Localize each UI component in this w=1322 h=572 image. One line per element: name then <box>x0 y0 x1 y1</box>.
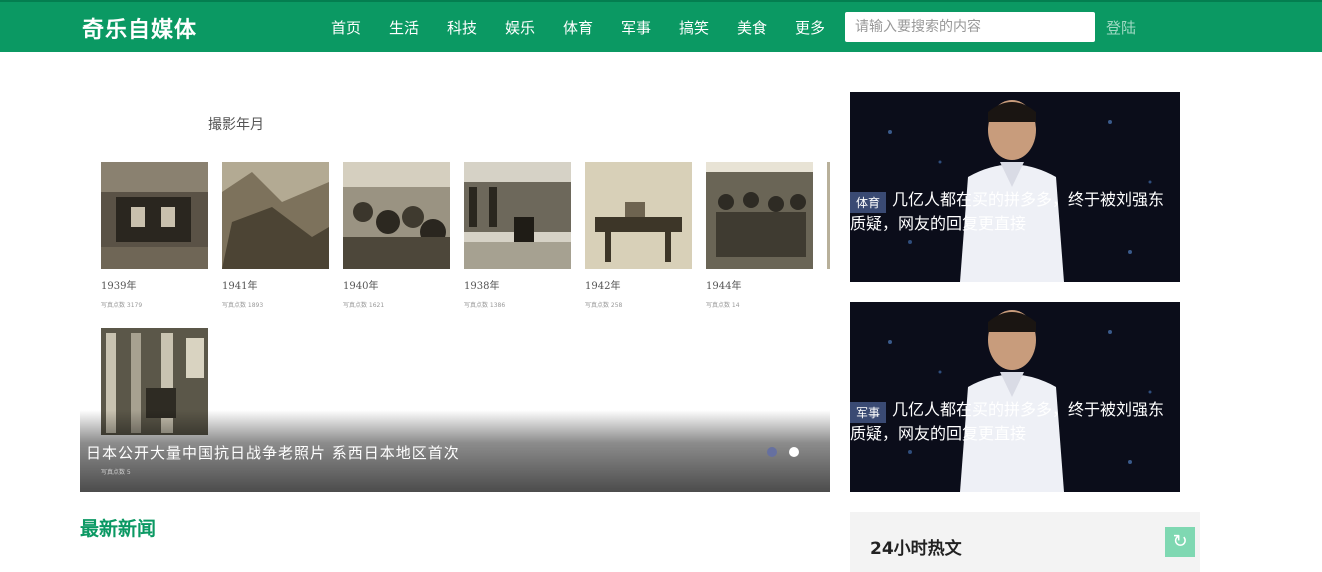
photo-count: 写真点数 258 <box>585 302 623 309</box>
photo-year: 1942年 <box>585 281 621 292</box>
side-news-card[interactable]: 体育 几亿人都在买的拼多多，终于被刘强东质疑，网友的回复更直接 <box>850 92 1180 282</box>
side-news-title[interactable]: 几亿人都在买的拼多多，终于被刘强东质疑，网友的回复更直接 <box>850 398 1176 446</box>
photo-count: 写真点数 1386 <box>464 302 506 309</box>
carousel-dot-2[interactable] <box>789 447 799 457</box>
photo-count: 写真点数 1893 <box>222 302 264 309</box>
photo-count: 写真点数 1621 <box>343 302 385 309</box>
hot-articles-panel: 24小时热文 ↻ <box>850 512 1200 572</box>
nav-item-home[interactable]: 首页 <box>331 17 361 38</box>
nav-item-funny[interactable]: 搞笑 <box>679 17 709 38</box>
nav-item-tech[interactable]: 科技 <box>447 17 477 38</box>
archive-photo <box>343 162 450 269</box>
archive-photo <box>585 162 692 269</box>
archive-photo <box>827 162 830 269</box>
hot-articles-title: 24小时热文 <box>870 539 962 559</box>
side-news-title[interactable]: 几亿人都在买的拼多多，终于被刘强东质疑，网友的回复更直接 <box>850 188 1176 236</box>
photo-year: 1939年 <box>101 281 137 292</box>
photo-count: 写真点数 14 <box>706 302 740 309</box>
headline-carousel[interactable]: 撮影年月 1939年 1941年 1940年 1938年 1942年 1944年… <box>80 92 830 492</box>
news-photo <box>850 92 1180 282</box>
album-heading: 撮影年月 <box>208 117 264 133</box>
photo-year: 1938年 <box>464 281 500 292</box>
latest-news-heading: 最新新闻 <box>80 518 157 540</box>
nav-item-more[interactable]: 更多 <box>795 17 825 38</box>
site-logo[interactable]: 奇乐自媒体 <box>82 12 197 44</box>
nav-item-military[interactable]: 军事 <box>621 17 651 38</box>
photo-count: 写真点数 5 <box>101 469 131 476</box>
navbar-top-border <box>0 0 1322 2</box>
top-navbar: 奇乐自媒体 首页 生活 科技 娱乐 体育 军事 搞笑 美食 更多 登陆 <box>0 0 1322 52</box>
side-news-card[interactable]: 军事 几亿人都在买的拼多多，终于被刘强东质疑，网友的回复更直接 <box>850 302 1180 492</box>
nav-item-life[interactable]: 生活 <box>389 17 419 38</box>
carousel-caption[interactable]: 日本公开大量中国抗日战争老照片 系西日本地区首次 <box>86 442 460 463</box>
archive-photo <box>222 162 329 269</box>
nav-item-food[interactable]: 美食 <box>737 17 767 38</box>
refresh-icon[interactable]: ↻ <box>1165 527 1195 557</box>
news-photo <box>850 302 1180 492</box>
photo-year: 1940年 <box>343 281 379 292</box>
login-link[interactable]: 登陆 <box>1106 17 1136 38</box>
archive-photo <box>706 162 813 269</box>
archive-photo <box>464 162 571 269</box>
search-input[interactable] <box>845 12 1095 42</box>
nav-item-entertainment[interactable]: 娱乐 <box>505 17 535 38</box>
carousel-dot-1[interactable] <box>767 447 777 457</box>
photo-year: 1941年 <box>222 281 258 292</box>
nav-item-sports[interactable]: 体育 <box>563 17 593 38</box>
archive-photo <box>101 162 208 269</box>
photo-count: 写真点数 3179 <box>101 302 143 309</box>
photo-year: 1944年 <box>706 281 742 292</box>
